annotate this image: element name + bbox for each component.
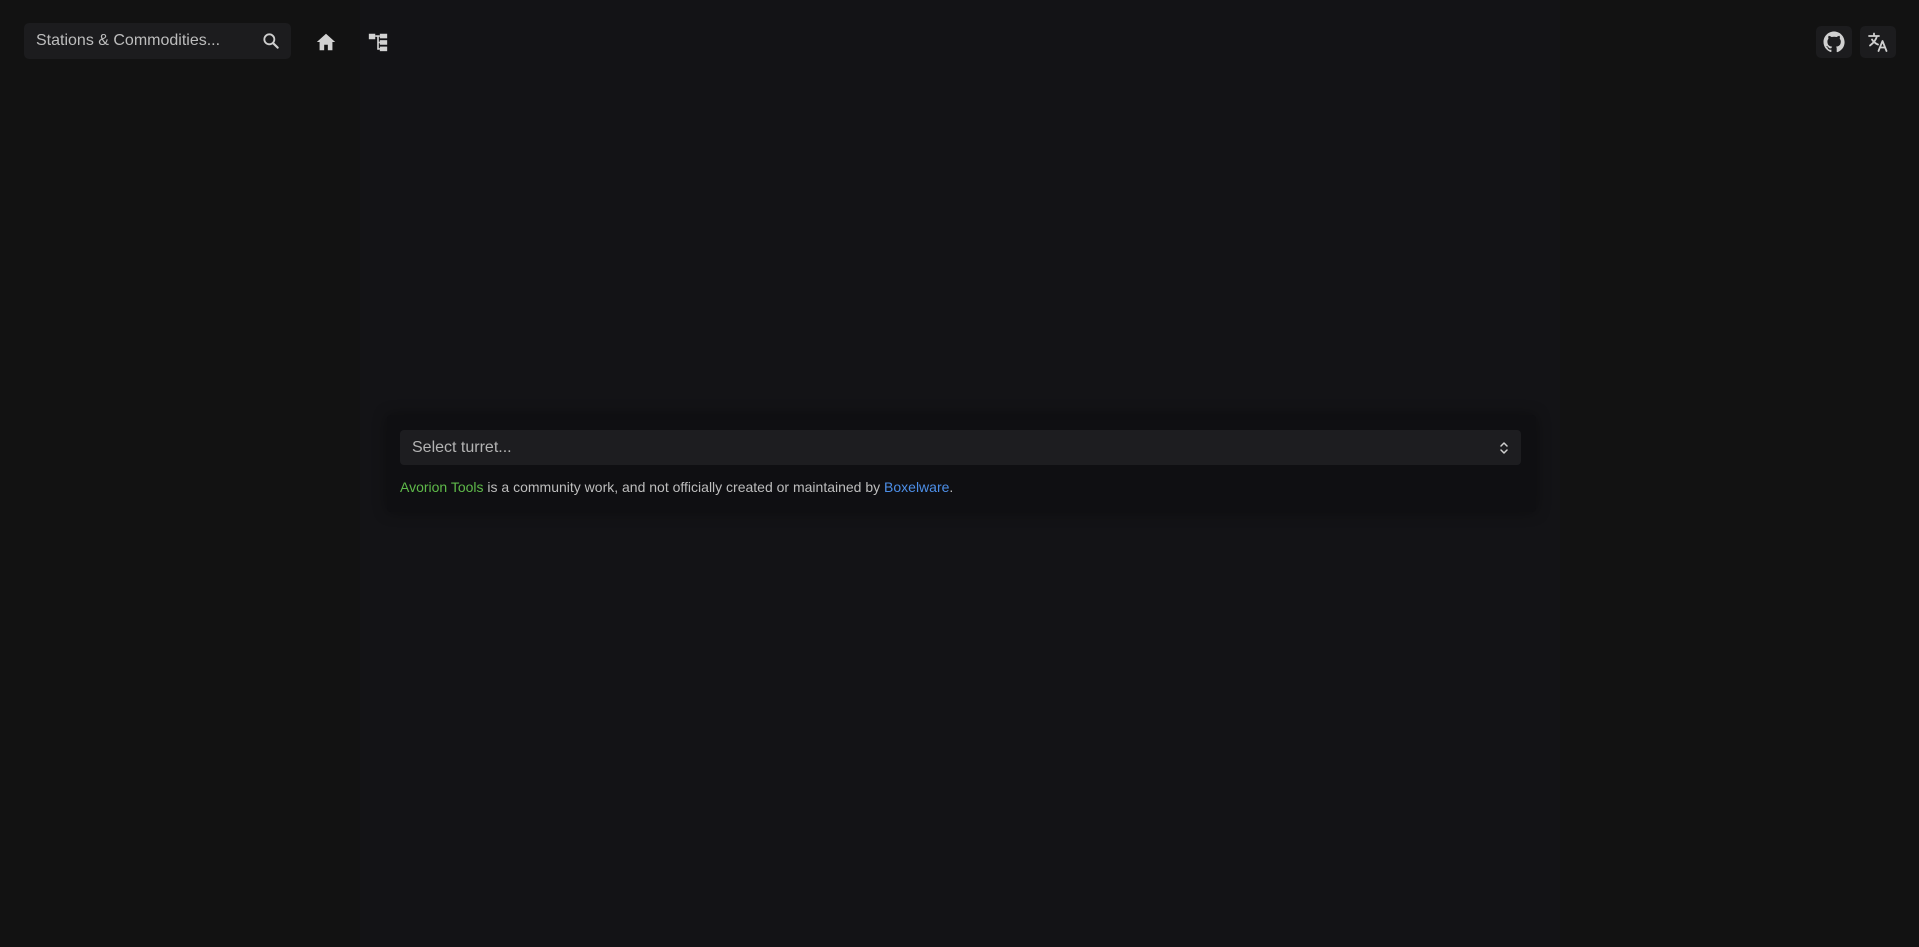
chevron-updown-icon bbox=[1499, 440, 1509, 456]
search-box[interactable] bbox=[24, 23, 291, 59]
disclaimer-middle: is a community work, and not officially … bbox=[483, 479, 885, 495]
boxelware-link[interactable]: Boxelware bbox=[884, 479, 949, 495]
avorion-tools-link[interactable]: Avorion Tools bbox=[400, 479, 484, 495]
tree-structure-button[interactable] bbox=[365, 29, 391, 55]
disclaimer-text: Avorion Tools is a community work, and n… bbox=[400, 479, 953, 495]
home-icon bbox=[315, 31, 337, 53]
translate-icon bbox=[1866, 30, 1890, 54]
page: Select turret... Avorion Tools is a comm… bbox=[0, 0, 1919, 947]
translate-button[interactable] bbox=[1860, 26, 1896, 58]
home-button[interactable] bbox=[313, 29, 339, 55]
turret-card: Select turret... Avorion Tools is a comm… bbox=[387, 415, 1536, 512]
turret-select[interactable]: Select turret... bbox=[400, 430, 1521, 465]
tree-structure-icon bbox=[367, 31, 389, 53]
search-input[interactable] bbox=[36, 32, 259, 50]
github-button[interactable] bbox=[1816, 26, 1852, 58]
github-icon bbox=[1822, 30, 1846, 54]
search-icon[interactable] bbox=[259, 29, 283, 53]
top-bar bbox=[0, 0, 1919, 84]
disclaimer-end: . bbox=[949, 479, 954, 495]
turret-select-placeholder: Select turret... bbox=[412, 438, 512, 456]
